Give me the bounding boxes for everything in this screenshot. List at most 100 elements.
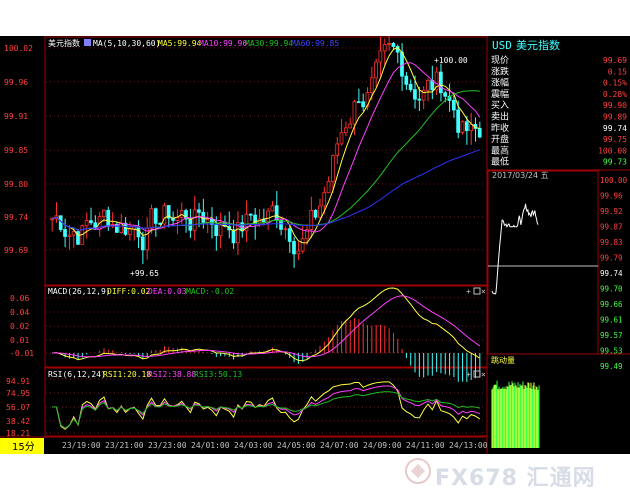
intraday-price-line xyxy=(491,203,539,295)
fx678-logo-icon xyxy=(405,458,431,484)
candle-body xyxy=(343,127,348,134)
panel-close-icon[interactable]: × xyxy=(481,287,486,296)
candle-body xyxy=(283,228,288,231)
main-y-tick: 99.96 xyxy=(4,78,28,87)
panel-add-icon[interactable]: + xyxy=(466,287,471,296)
candle-body xyxy=(296,250,301,255)
ma10-value: MA10:99.96 xyxy=(199,39,247,48)
candle-body xyxy=(71,231,76,236)
intraday-y-tick: 99.70 xyxy=(600,285,623,294)
time-label: 23/19:00 xyxy=(62,441,101,450)
candle-body xyxy=(89,220,93,224)
intraday-y-tick: 99.87 xyxy=(600,223,623,232)
candle-body xyxy=(426,80,430,91)
candle-body xyxy=(140,236,145,251)
main-y-tick: 99.91 xyxy=(4,112,28,121)
panel-maximize-icon[interactable] xyxy=(473,370,481,378)
quote-row-value: 100.00 xyxy=(598,146,627,155)
watermark-text: FX678 汇通网 xyxy=(435,466,596,491)
candle-body xyxy=(330,155,335,182)
quote-row-value: 99.74 xyxy=(603,124,627,133)
candle-body xyxy=(378,50,383,63)
quote-table: 现价 99.69 涨跌 0.15 涨幅 0.15% 震幅 0.28% 买入 99.90 卖出 99.8… xyxy=(491,55,627,168)
candle-body xyxy=(318,205,322,218)
intraday-y-tick: 99.61 xyxy=(600,316,623,325)
rsi-y-tick: 74.95 xyxy=(6,389,30,398)
time-label: 24/01:00 xyxy=(191,441,230,450)
macd-y-tick: 0.04 xyxy=(10,308,29,317)
intraday-y-tick: 99.53 xyxy=(600,347,623,356)
candle-body xyxy=(369,77,374,93)
intraday-y-tick: 99.96 xyxy=(600,192,623,201)
main-y-tick: 99.80 xyxy=(4,180,28,189)
time-axis: 23/19:00 23/21:00 23/23:00 24/01:00 24/03:00… xyxy=(62,441,488,450)
candle-body xyxy=(266,210,270,223)
time-label: 23/23:00 xyxy=(148,441,187,450)
macd-y-tick: 0.01 xyxy=(10,336,29,345)
quote-row-value: 99.73 xyxy=(603,158,627,167)
macd-value: MACD:-0.02 xyxy=(186,287,234,296)
panel-add-icon[interactable]: + xyxy=(466,370,471,379)
candle-body xyxy=(214,224,219,236)
macd-y-tick: -0.01 xyxy=(10,349,34,358)
rsi-y-tick: 94.91 xyxy=(6,377,30,386)
macd-panel-controls[interactable]: + × xyxy=(466,287,486,296)
rsi-y-tick: 18.21 xyxy=(6,429,30,438)
rsi1-value: RSI1:20.18 xyxy=(103,370,151,379)
candle-body xyxy=(404,75,409,85)
quote-row-label: 现价 xyxy=(491,55,509,66)
volume-label: 跳动量 xyxy=(491,355,515,365)
quote-row-label: 最低 xyxy=(491,156,509,168)
candle-body xyxy=(374,61,378,79)
candle-body xyxy=(153,208,158,224)
time-label: 24/11:00 xyxy=(406,441,445,450)
panel-maximize-icon[interactable] xyxy=(473,287,481,295)
quote-row-value: 0.15% xyxy=(603,79,627,88)
low-annotation: +99.65 xyxy=(130,269,159,278)
candle-body xyxy=(339,132,344,145)
high-annotation: +100.00 xyxy=(434,56,468,65)
time-label: 23/21:00 xyxy=(105,441,144,450)
rsi-y-tick: 56.07 xyxy=(6,403,30,412)
macd-dea: DEA:0.03 xyxy=(148,287,187,296)
candle-body xyxy=(451,100,456,111)
quote-row-label: 开盘 xyxy=(491,133,509,145)
quote-row-label: 最高 xyxy=(491,144,509,156)
candle-body xyxy=(205,218,210,223)
chart-terminal: 美元指数 MA(5,10,30,60) MA5:99.94 MA10:99.96… xyxy=(0,36,630,454)
intraday-y-tick: 99.92 xyxy=(600,207,623,216)
candle-body xyxy=(192,209,197,231)
candle-body xyxy=(309,209,314,230)
time-label: 24/05:00 xyxy=(277,441,316,450)
rsi3-line xyxy=(52,391,480,429)
quote-symbol: USD xyxy=(492,39,512,52)
candle-body xyxy=(348,123,352,129)
macd-y-tick: 0.06 xyxy=(10,294,29,303)
rsi3-value: RSI3:50.13 xyxy=(194,370,242,379)
candle-body xyxy=(356,101,361,104)
candle-body xyxy=(102,209,106,217)
intraday-y-tick: 99.57 xyxy=(600,331,623,340)
time-label: 24/09:00 xyxy=(363,441,402,450)
macd-y-tick: 0.02 xyxy=(10,322,29,331)
candle-body xyxy=(287,228,292,242)
candle-body xyxy=(413,89,417,100)
quote-row-label: 卖出 xyxy=(491,111,509,123)
ma10-line xyxy=(51,62,481,233)
ma5-line xyxy=(51,46,480,244)
intraday-y-tick: 99.83 xyxy=(600,238,623,247)
quote-row-value: 0.15 xyxy=(608,67,627,76)
candle-body xyxy=(106,209,111,227)
time-label: 24/07:00 xyxy=(320,441,359,450)
candle-body xyxy=(387,42,391,45)
quote-row-label: 震幅 xyxy=(491,88,509,100)
intraday-y-tick: 100.00 xyxy=(600,176,628,185)
chart-settings-icon[interactable] xyxy=(84,39,91,46)
candle-body xyxy=(391,42,396,47)
candle-body xyxy=(292,241,296,255)
candle-body xyxy=(438,71,443,94)
intraday-header: 2017/03/24 五 xyxy=(492,171,549,180)
quote-row-value: 0.28% xyxy=(603,90,627,99)
time-label: 24/13:00 xyxy=(449,441,488,450)
panel-close-icon[interactable]: × xyxy=(481,370,486,379)
